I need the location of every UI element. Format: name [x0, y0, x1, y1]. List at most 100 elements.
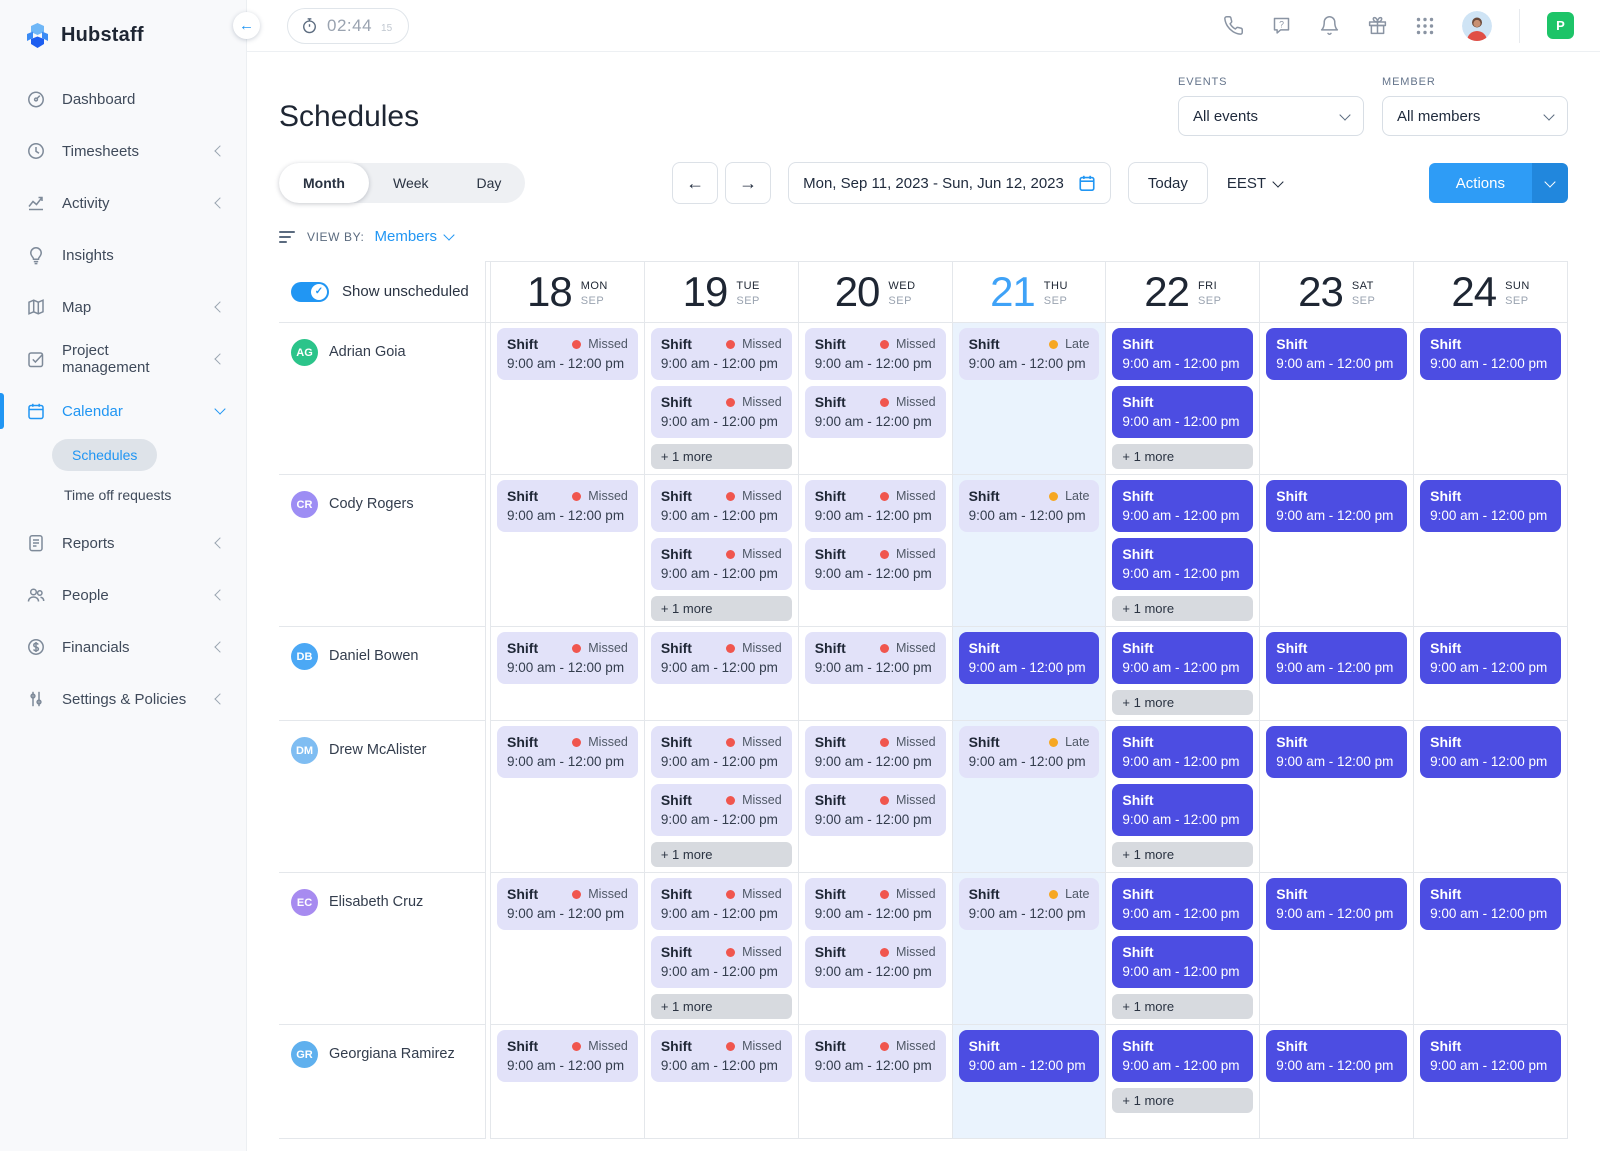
shift-chip[interactable]: ShiftMissed9:00 am - 12:00 pm — [805, 784, 946, 836]
schedule-cell[interactable]: ShiftMissed9:00 am - 12:00 pmShiftMissed… — [645, 323, 799, 475]
schedule-cell[interactable]: ShiftMissed9:00 am - 12:00 pm — [491, 1025, 645, 1139]
hubstaff-logo[interactable]: Hubstaff — [0, 14, 246, 59]
schedule-cell[interactable]: Shift9:00 am - 12:00 pm — [1260, 627, 1414, 721]
shift-chip[interactable]: ShiftMissed9:00 am - 12:00 pm — [805, 328, 946, 380]
shift-chip[interactable]: Shift9:00 am - 12:00 pm — [1420, 480, 1561, 532]
more-chip[interactable]: + 1 more — [1112, 1088, 1253, 1113]
shift-chip[interactable]: ShiftLate9:00 am - 12:00 pm — [959, 328, 1100, 380]
schedule-cell[interactable]: ShiftMissed9:00 am - 12:00 pm — [645, 627, 799, 721]
shift-chip[interactable]: Shift9:00 am - 12:00 pm — [959, 1030, 1100, 1082]
shift-chip[interactable]: Shift9:00 am - 12:00 pm — [1266, 328, 1407, 380]
timer-widget[interactable]: 02:44 15 — [287, 8, 409, 44]
shift-chip[interactable]: ShiftMissed9:00 am - 12:00 pm — [651, 480, 792, 532]
schedule-cell[interactable]: Shift9:00 am - 12:00 pmShift9:00 am - 12… — [1106, 475, 1260, 627]
schedule-cell[interactable]: Shift9:00 am - 12:00 pmShift9:00 am - 12… — [1106, 721, 1260, 873]
shift-chip[interactable]: ShiftMissed9:00 am - 12:00 pm — [497, 878, 638, 930]
schedule-cell[interactable]: ShiftMissed9:00 am - 12:00 pm ShiftMissed… — [799, 323, 953, 475]
schedule-cell[interactable]: Shift9:00 am - 12:00 pm — [1414, 323, 1568, 475]
shift-chip[interactable]: ShiftMissed9:00 am - 12:00 pm — [651, 878, 792, 930]
shift-chip[interactable]: ShiftMissed9:00 am - 12:00 pm — [497, 632, 638, 684]
shift-chip[interactable]: ShiftMissed9:00 am - 12:00 pm — [497, 726, 638, 778]
more-chip[interactable]: + 1 more — [1112, 690, 1253, 715]
shift-chip[interactable]: ShiftMissed9:00 am - 12:00 pm — [497, 480, 638, 532]
schedule-cell[interactable]: ShiftLate9:00 am - 12:00 pm — [953, 721, 1107, 873]
shift-chip[interactable]: Shift9:00 am - 12:00 pm — [1266, 632, 1407, 684]
shift-chip[interactable]: ShiftMissed9:00 am - 12:00 pm — [651, 726, 792, 778]
more-chip[interactable]: + 1 more — [651, 994, 792, 1019]
tab-month[interactable]: Month — [279, 163, 369, 203]
shift-chip[interactable]: ShiftMissed9:00 am - 12:00 pm — [651, 538, 792, 590]
more-chip[interactable]: + 1 more — [1112, 842, 1253, 867]
schedule-cell[interactable]: Shift9:00 am - 12:00 pm+ 1 more — [1106, 627, 1260, 721]
schedule-cell[interactable]: ShiftMissed9:00 am - 12:00 pm ShiftMissed… — [799, 721, 953, 873]
schedule-cell[interactable]: ShiftMissed9:00 am - 12:00 pm — [491, 627, 645, 721]
organization-badge[interactable]: P — [1547, 12, 1574, 39]
tab-week[interactable]: Week — [369, 163, 453, 203]
sidebar-item-time-off-requests[interactable]: Time off requests — [64, 487, 246, 503]
help-icon[interactable]: ? — [1271, 15, 1292, 36]
shift-chip[interactable]: Shift9:00 am - 12:00 pm — [1112, 936, 1253, 988]
shift-chip[interactable]: ShiftMissed9:00 am - 12:00 pm — [805, 726, 946, 778]
schedule-cell[interactable]: ShiftMissed9:00 am - 12:00 pmShiftMissed… — [799, 873, 953, 1025]
next-period-button[interactable]: → — [725, 162, 771, 204]
actions-button[interactable]: Actions — [1429, 163, 1568, 203]
schedule-cell[interactable]: ShiftMissed9:00 am - 12:00 pm — [799, 627, 953, 721]
shift-chip[interactable]: Shift9:00 am - 12:00 pm — [1420, 1030, 1561, 1082]
prev-period-button[interactable]: ← — [672, 162, 718, 204]
schedule-cell[interactable]: Shift9:00 am - 12:00 pm + 1 more — [1106, 1025, 1260, 1139]
sidebar-collapse-button[interactable]: ← — [233, 12, 260, 39]
schedule-cell[interactable]: Shift9:00 am - 12:00 pm — [953, 1025, 1107, 1139]
more-chip[interactable]: + 1 more — [651, 444, 792, 469]
shift-chip[interactable]: Shift9:00 am - 12:00 pm — [1112, 386, 1253, 438]
sidebar-item-schedules[interactable]: Schedules — [52, 439, 157, 471]
schedule-cell[interactable]: Shift9:00 am - 12:00 pm — [1414, 627, 1568, 721]
shift-chip[interactable]: ShiftMissed9:00 am - 12:00 pm — [651, 328, 792, 380]
shift-chip[interactable]: ShiftMissed9:00 am - 12:00 pm — [805, 386, 946, 438]
more-chip[interactable]: + 1 more — [1112, 994, 1253, 1019]
schedule-cell[interactable]: Shift9:00 am - 12:00 pm — [1260, 1025, 1414, 1139]
shift-chip[interactable]: Shift9:00 am - 12:00 pm — [959, 632, 1100, 684]
actions-dropdown-caret[interactable] — [1532, 163, 1568, 203]
schedule-cell[interactable]: Shift9:00 am - 12:00 pm — [1414, 1025, 1568, 1139]
shift-chip[interactable]: Shift9:00 am - 12:00 pm — [1420, 328, 1561, 380]
events-select[interactable]: All events — [1178, 96, 1364, 136]
more-chip[interactable]: + 1 more — [651, 596, 792, 621]
shift-chip[interactable]: Shift9:00 am - 12:00 pm — [1112, 328, 1253, 380]
shift-chip[interactable]: Shift9:00 am - 12:00 pm — [1420, 726, 1561, 778]
sidebar-item-people[interactable]: People — [0, 569, 246, 621]
schedule-cell[interactable]: ShiftMissed9:00 am - 12:00 pm ShiftMissed… — [645, 475, 799, 627]
schedule-cell[interactable]: ShiftMissed9:00 am - 12:00 pmShiftMissed… — [645, 721, 799, 873]
sidebar-item-activity[interactable]: Activity — [0, 177, 246, 229]
sidebar-item-map[interactable]: Map — [0, 281, 246, 333]
schedule-cell[interactable]: Shift9:00 am - 12:00 pm — [1260, 323, 1414, 475]
schedule-cell[interactable]: Shift9:00 am - 12:00 pm — [1260, 873, 1414, 1025]
shift-chip[interactable]: ShiftMissed9:00 am - 12:00 pm — [805, 538, 946, 590]
shift-chip[interactable]: Shift9:00 am - 12:00 pm — [1112, 1030, 1253, 1082]
sidebar-item-dashboard[interactable]: Dashboard — [0, 73, 246, 125]
schedule-cell[interactable]: ShiftMissed9:00 am - 12:00 pm — [491, 721, 645, 873]
schedule-cell[interactable]: Shift9:00 am - 12:00 pm — [1260, 721, 1414, 873]
shift-chip[interactable]: ShiftMissed9:00 am - 12:00 pm — [805, 936, 946, 988]
shift-chip[interactable]: Shift9:00 am - 12:00 pm — [1112, 538, 1253, 590]
shift-chip[interactable]: Shift9:00 am - 12:00 pm — [1266, 878, 1407, 930]
shift-chip[interactable]: ShiftMissed9:00 am - 12:00 pm — [805, 1030, 946, 1082]
shift-chip[interactable]: ShiftLate9:00 am - 12:00 pm — [959, 480, 1100, 532]
today-button[interactable]: Today — [1128, 162, 1208, 204]
schedule-cell[interactable]: Shift9:00 am - 12:00 pm — [1414, 475, 1568, 627]
notifications-icon[interactable] — [1319, 15, 1340, 36]
shift-chip[interactable]: Shift9:00 am - 12:00 pm — [1420, 632, 1561, 684]
more-chip[interactable]: + 1 more — [1112, 444, 1253, 469]
schedule-cell[interactable]: ShiftLate9:00 am - 12:00 pm — [953, 475, 1107, 627]
schedule-cell[interactable]: Shift9:00 am - 12:00 pm — [1414, 721, 1568, 873]
schedule-cell[interactable]: ShiftMissed9:00 am - 12:00 pmShiftMissed… — [799, 475, 953, 627]
shift-chip[interactable]: Shift9:00 am - 12:00 pm — [1266, 480, 1407, 532]
timezone-select[interactable]: EEST — [1227, 175, 1282, 192]
schedule-cell[interactable]: ShiftMissed9:00 am - 12:00 pm — [491, 873, 645, 1025]
sidebar-item-project-management[interactable]: Project management — [0, 333, 246, 385]
schedule-cell[interactable]: ShiftMissed9:00 am - 12:00 pm — [491, 323, 645, 475]
shift-chip[interactable]: Shift9:00 am - 12:00 pm — [1266, 726, 1407, 778]
schedule-cell[interactable]: Shift9:00 am - 12:00 pm Shift9:00 am - 12… — [1106, 323, 1260, 475]
apps-grid-icon[interactable] — [1415, 16, 1435, 36]
sidebar-item-calendar[interactable]: Calendar — [0, 385, 246, 437]
shift-chip[interactable]: ShiftMissed9:00 am - 12:00 pm — [651, 632, 792, 684]
